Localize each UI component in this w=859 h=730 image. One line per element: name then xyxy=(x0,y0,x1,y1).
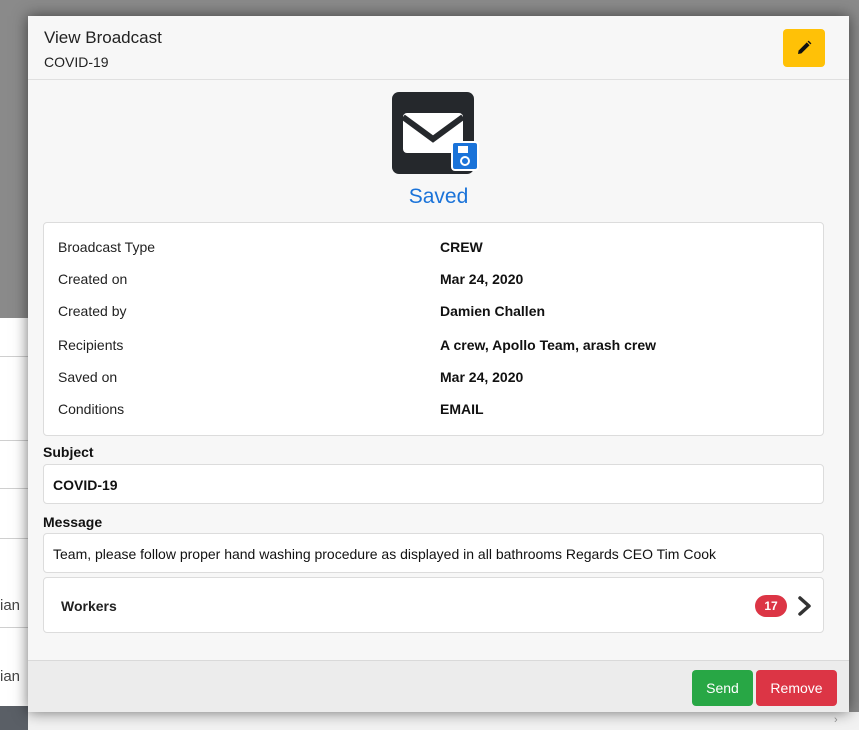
detail-label: Conditions xyxy=(58,401,125,417)
remove-button[interactable]: Remove xyxy=(756,670,837,706)
background-bottom-bar xyxy=(28,712,859,730)
detail-row-created-by: Created by Damien Challen xyxy=(44,295,825,327)
workers-expander[interactable]: Workers 17 xyxy=(43,577,824,633)
background-dark-block xyxy=(0,706,28,730)
background-text: ian xyxy=(0,597,21,614)
subject-label: Subject xyxy=(43,444,94,460)
detail-label: Recipients xyxy=(58,337,124,353)
modal-footer: Send Remove xyxy=(28,660,849,712)
modal-header: View Broadcast COVID-19 xyxy=(28,16,849,80)
detail-row-saved-on: Saved on Mar 24, 2020 xyxy=(44,361,825,393)
detail-row-conditions: Conditions EMAIL xyxy=(44,393,825,425)
chevron-right-icon: › xyxy=(834,714,838,726)
modal-subtitle: COVID-19 xyxy=(44,54,109,70)
detail-label: Saved on xyxy=(58,369,118,385)
detail-label: Broadcast Type xyxy=(58,239,156,255)
edit-button[interactable] xyxy=(783,29,825,67)
detail-value: EMAIL xyxy=(440,401,484,417)
status-label: Saved xyxy=(408,185,469,208)
background-text: ian xyxy=(0,668,21,685)
detail-label: Created by xyxy=(58,303,127,319)
detail-row-created-on: Created on Mar 24, 2020 xyxy=(44,263,825,295)
details-card: Broadcast Type CREW Created on Mar 24, 2… xyxy=(43,222,824,436)
detail-row-recipients: Recipients A crew, Apollo Team, arash cr… xyxy=(44,329,825,361)
message-field: Team, please follow proper hand washing … xyxy=(43,533,824,573)
envelope-saved-icon xyxy=(392,92,479,174)
detail-value: A crew, Apollo Team, arash crew xyxy=(440,337,657,353)
view-broadcast-modal: View Broadcast COVID-19 Saved Broadcast … xyxy=(28,16,849,712)
detail-value: Damien Challen xyxy=(440,303,546,319)
modal-body: Saved Broadcast Type CREW Created on Mar… xyxy=(28,80,849,660)
detail-value: Mar 24, 2020 xyxy=(440,271,524,287)
detail-value: Mar 24, 2020 xyxy=(440,369,524,385)
send-button[interactable]: Send xyxy=(692,670,753,706)
modal-title: View Broadcast xyxy=(44,28,162,47)
detail-value: CREW xyxy=(440,239,483,255)
chevron-right-icon xyxy=(798,596,811,616)
message-label: Message xyxy=(43,514,103,530)
pencil-icon xyxy=(798,40,812,54)
subject-field: COVID-19 xyxy=(43,464,824,504)
workers-count-badge: 17 xyxy=(755,595,787,617)
workers-label: Workers xyxy=(61,598,117,614)
detail-label: Created on xyxy=(58,271,128,287)
detail-row-broadcast-type: Broadcast Type CREW xyxy=(44,231,825,263)
